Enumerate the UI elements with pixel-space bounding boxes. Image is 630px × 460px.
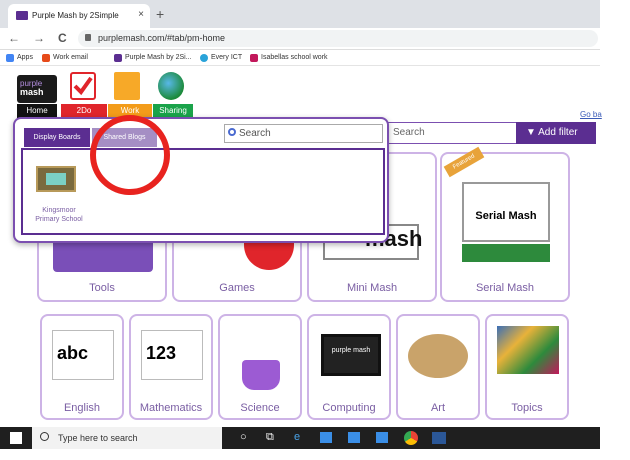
back-button[interactable]: ← (8, 31, 20, 45)
apps-grid-icon (6, 54, 14, 62)
office-icon (42, 54, 50, 62)
card-label: Tools (89, 282, 115, 294)
board-image-icon (46, 173, 66, 185)
main-search-input[interactable]: Search (386, 122, 516, 144)
tab-display-boards[interactable]: Display Boards (24, 128, 90, 147)
mail-icon[interactable] (376, 432, 388, 443)
card-science[interactable]: Science (218, 314, 302, 420)
serial-mash-book: Serial Mash (462, 182, 550, 242)
chrome-icon[interactable] (404, 431, 418, 445)
card-art[interactable]: Art (396, 314, 480, 420)
filter-icon: ▼ (526, 127, 536, 138)
add-filter-button[interactable]: ▼ Add filter (516, 122, 596, 144)
flask-icon (242, 360, 280, 390)
search-icon (228, 128, 236, 136)
card-label: Computing (322, 402, 376, 414)
browser-tab[interactable]: Purple Mash by 2Simple × (8, 4, 150, 28)
close-tab-icon[interactable]: × (138, 9, 144, 20)
cortana-icon[interactable]: ○ (240, 431, 247, 443)
card-label: Games (219, 282, 255, 294)
work-folder-icon[interactable] (114, 72, 140, 100)
card-label: Art (430, 402, 446, 414)
laptop-icon: purple mash (321, 334, 381, 376)
english-art-icon: abc (52, 330, 114, 380)
every-ict-icon (200, 54, 208, 62)
display-board-item-label[interactable]: Kingsmoor Primary School (24, 206, 94, 224)
store-icon[interactable] (348, 432, 360, 443)
search-icon (40, 432, 49, 441)
task-view-icon[interactable]: ⧉ (266, 431, 274, 444)
card-label: English (63, 402, 101, 414)
forward-button[interactable]: → (33, 31, 45, 45)
popup-search-input[interactable]: Search (224, 124, 383, 143)
url-text: purplemash.com/#tab/pm-home (98, 33, 226, 43)
bookmark-apps[interactable]: Apps (6, 53, 33, 63)
display-board-thumbnail[interactable] (36, 166, 76, 192)
tab-title: Purple Mash by 2Simple (32, 11, 119, 20)
featured-badge: Featured (443, 146, 485, 178)
windows-start-icon[interactable] (10, 432, 22, 444)
nav-tab-2do[interactable]: 2Do (61, 104, 107, 118)
bookmark-work-email[interactable]: Work email (42, 53, 88, 63)
taskbar-search-input[interactable]: Type here to search (32, 427, 222, 449)
file-explorer-icon[interactable] (320, 432, 332, 443)
bookmark-icon (250, 54, 258, 62)
card-label: Serial Mash (475, 282, 535, 294)
card-label: Mathematics (139, 402, 203, 414)
bookmark-every-ict[interactable]: Every ICT (200, 53, 242, 63)
bookmark-purple-mash[interactable]: Purple Mash by 2Si... (114, 53, 192, 63)
card-label: Mini Mash (346, 282, 398, 294)
card-serial-mash[interactable]: Featured Serial Mash Serial Mash (440, 146, 570, 302)
card-topics[interactable]: Topics (485, 314, 569, 420)
card-label: Topics (511, 402, 543, 414)
card-label: Science (240, 402, 280, 414)
card-computing[interactable]: purple mash Computing (307, 314, 391, 420)
maths-art-icon: 123 (141, 330, 203, 380)
lock-icon (85, 34, 91, 41)
nav-tab-sharing[interactable]: Sharing (153, 104, 193, 118)
bookmark-isabellas-school-work[interactable]: Isabellas school work (250, 53, 328, 63)
nav-tab-home[interactable]: Home (17, 104, 57, 118)
red-annotation-circle (90, 115, 170, 195)
go-back-link[interactable]: Go ba (580, 110, 602, 119)
word-icon[interactable] (432, 432, 446, 444)
reload-button[interactable]: C (58, 31, 67, 45)
2do-checklist-icon[interactable] (70, 72, 96, 100)
purple-mash-logo[interactable]: purple mash (17, 75, 57, 103)
purple-mash-icon (114, 54, 122, 62)
topics-collage-icon (497, 326, 559, 374)
book-stack-icon (462, 244, 550, 262)
url-field[interactable]: purplemash.com/#tab/pm-home (78, 30, 598, 47)
purple-mash-favicon-icon (16, 11, 28, 20)
edge-icon[interactable]: e (294, 431, 300, 443)
sharing-globe-icon[interactable] (158, 72, 184, 100)
card-english[interactable]: abc English (40, 314, 124, 420)
new-tab-button[interactable]: + (156, 6, 164, 22)
palette-icon (408, 334, 468, 378)
card-mathematics[interactable]: 123 Mathematics (129, 314, 213, 420)
